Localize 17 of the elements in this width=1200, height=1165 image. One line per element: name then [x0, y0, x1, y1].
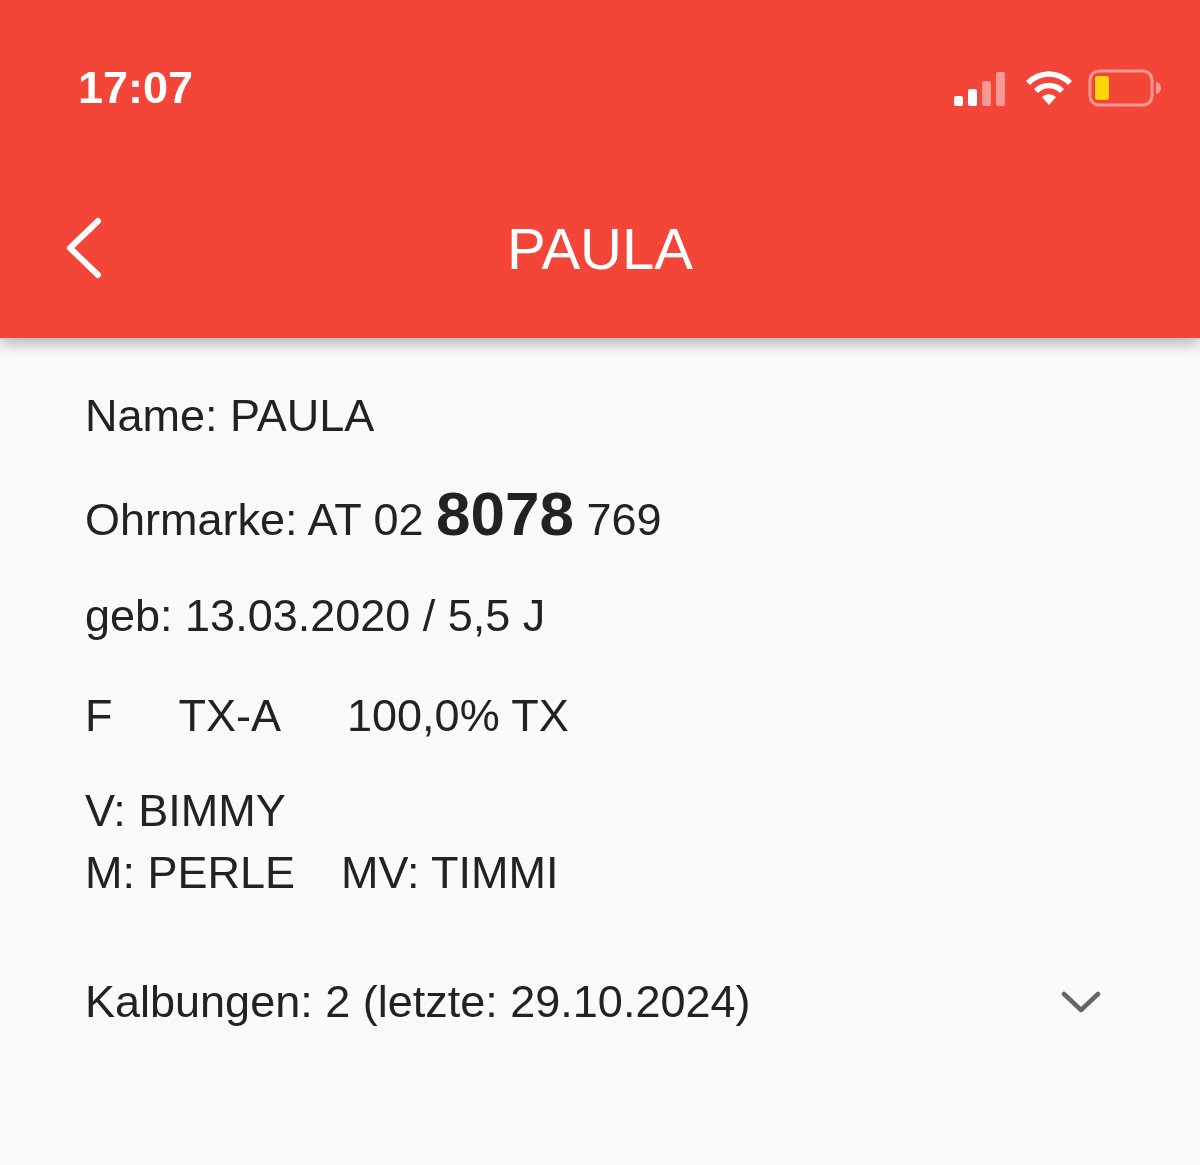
wifi-icon	[1024, 70, 1074, 106]
ear-tag: Ohrmarke: AT 02 8078 769	[85, 484, 1115, 550]
attribute-text: F	[85, 689, 113, 743]
cow-name: Name: PAULA	[85, 389, 376, 443]
birth-date: geb: 13.03.2020 / 5,5 J	[85, 589, 547, 643]
back-button[interactable]	[64, 217, 104, 279]
calvings-row[interactable]: Kalbungen: 2 (letzte: 29.10.2024)	[85, 976, 1115, 1028]
status-time: 17:07	[78, 62, 194, 114]
battery-icon	[1088, 69, 1162, 107]
calvings-text: Kalbungen: 2 (letzte: 29.10.2024)	[85, 976, 751, 1028]
mother-text: M: PERLE	[85, 846, 296, 900]
father-text: V: BIMMY	[85, 784, 286, 838]
attribute-text: TX-A	[178, 689, 281, 743]
back-chevron-icon	[64, 217, 104, 279]
attribute-text: 100,0% TX	[347, 689, 569, 743]
page-title: PAULA	[507, 214, 693, 282]
mother-father-text: MV: TIMMI	[341, 846, 559, 900]
